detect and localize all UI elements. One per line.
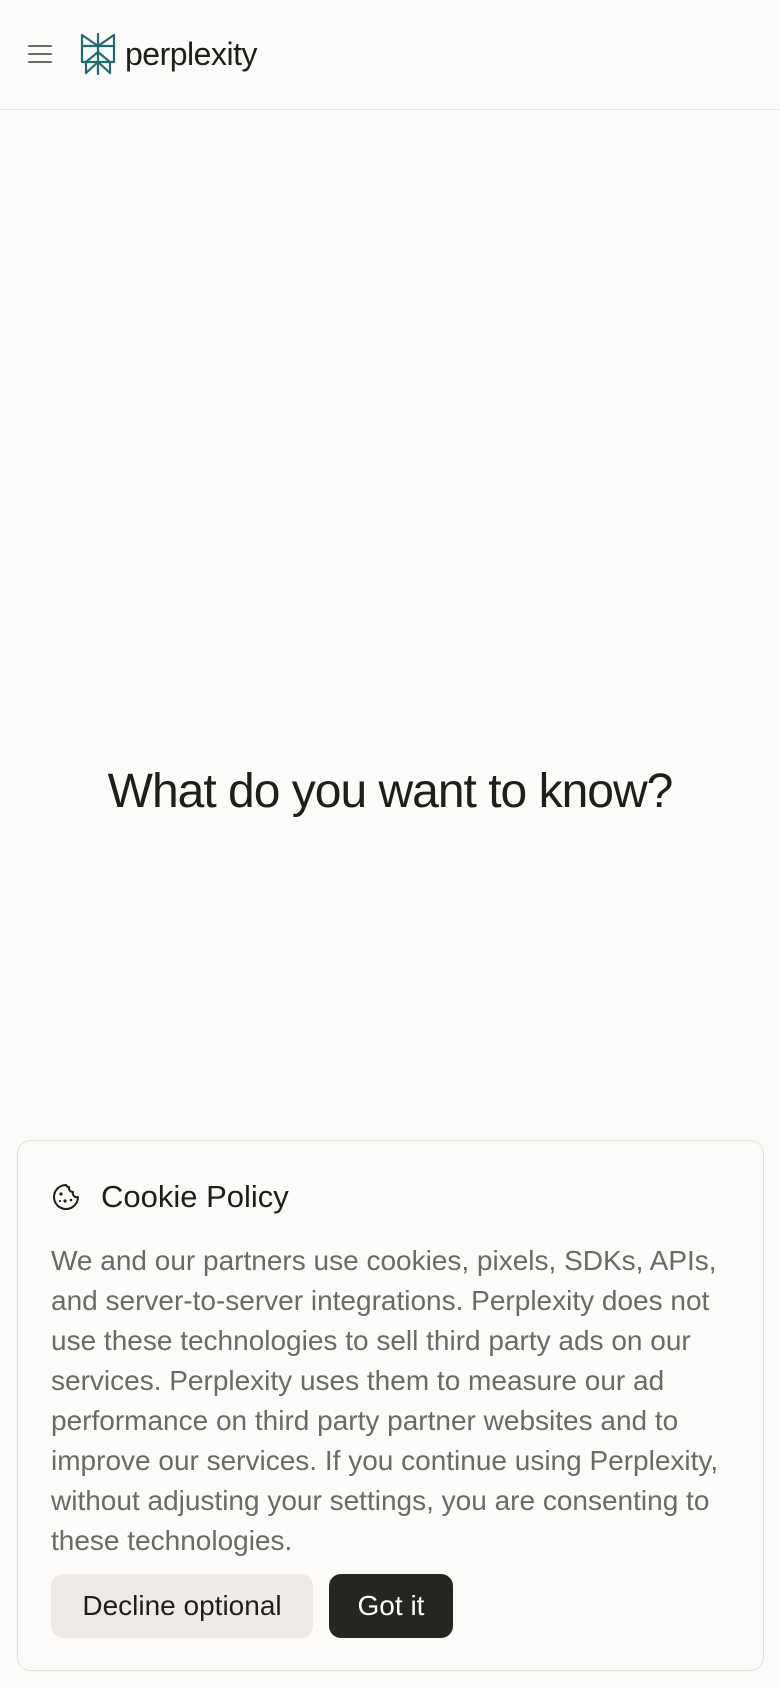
decline-optional-button[interactable]: Decline optional [51, 1574, 313, 1638]
cookie-policy-text: We and our partners use cookies, pixels,… [51, 1245, 719, 1556]
page-heading: What do you want to know? [107, 765, 674, 818]
top-bar: perplexity [0, 0, 780, 110]
cookie-icon [53, 1184, 79, 1210]
got-it-button[interactable]: Got it [329, 1574, 453, 1638]
logo-wordmark: perplexity [125, 36, 257, 72]
cookie-policy-banner: Cookie Policy We and our partners use co… [17, 1140, 764, 1671]
perplexity-logo[interactable]: perplexity [79, 32, 257, 76]
hamburger-menu-icon[interactable] [28, 44, 52, 64]
perplexity-logo-icon [80, 32, 116, 76]
cookie-title-row: Cookie Policy [51, 1177, 289, 1217]
cookie-policy-title: Cookie Policy [101, 1179, 289, 1214]
